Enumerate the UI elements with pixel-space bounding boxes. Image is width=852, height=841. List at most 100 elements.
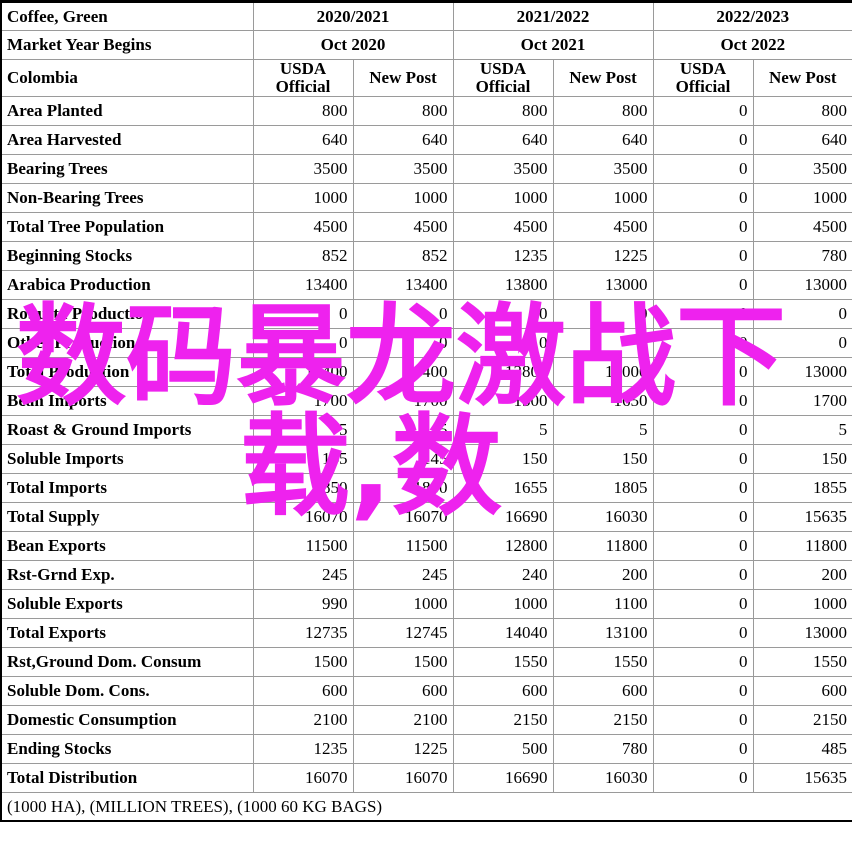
header-row-year: Coffee, Green 2020/2021 2021/2022 2022/2… [0,1,852,31]
data-cell: 1225 [552,240,654,271]
row-label: Bearing Trees [0,153,254,184]
data-cell: 600 [452,675,554,706]
data-cell: 0 [652,443,754,474]
data-cell: 0 [652,472,754,503]
data-cell: 1225 [352,733,454,764]
header-source-4: USDA Official [652,59,754,97]
table-title-commodity: Coffee, Green [0,1,254,31]
table-row: Total Imports 1850 1850 1655 1805 0 1855 [0,472,852,503]
data-cell: 1000 [752,182,852,213]
data-cell: 0 [652,385,754,416]
table-row: Robusta Production 0 0 0 0 0 0 [0,298,852,329]
data-cell: 1000 [452,182,554,213]
row-label: Area Harvested [0,124,254,155]
data-cell: 1000 [452,588,554,619]
data-cell: 2100 [252,704,354,735]
data-cell: 5 [552,414,654,445]
data-cell: 2150 [552,704,654,735]
data-cell: 800 [252,95,354,126]
data-cell: 5 [752,414,852,445]
data-cell: 13000 [752,356,852,387]
data-cell: 0 [652,530,754,561]
data-cell: 0 [652,182,754,213]
usda-official-line2: Official [675,76,731,96]
data-cell: 150 [752,443,852,474]
data-cell: 1235 [252,733,354,764]
data-cell: 0 [652,704,754,735]
data-cell: 0 [252,327,354,358]
table-row: Bean Exports 11500 11500 12800 11800 0 11800 [0,530,852,561]
row-label: Arabica Production [0,269,254,300]
data-cell: 15635 [752,501,852,532]
row-label: Non-Bearing Trees [0,182,254,213]
data-cell: 11800 [752,530,852,561]
data-cell: 145 [352,443,454,474]
data-cell: 15635 [752,762,852,793]
table-row: Total Exports 12735 12745 14040 13100 0 13000 [0,617,852,648]
data-cell: 1500 [452,385,554,416]
data-cell: 1100 [552,588,654,619]
table-row: Soluble Exports 990 1000 1000 1100 0 1000 [0,588,852,619]
table-row: Soluble Dom. Cons. 600 600 600 600 0 600 [0,675,852,706]
units-row: (1000 HA), (MILLION TREES), (1000 60 KG … [0,791,852,822]
data-cell: 245 [252,559,354,590]
data-cell: 0 [652,559,754,590]
data-cell: 4500 [352,211,454,242]
data-cell: 0 [652,646,754,677]
row-label: Area Planted [0,95,254,126]
row-label: Soluble Dom. Cons. [0,675,254,706]
data-cell: 0 [452,298,554,329]
data-cell: 4500 [252,211,354,242]
row-label: Total Supply [0,501,254,532]
data-cell: 12745 [352,617,454,648]
row-label: Soluble Imports [0,443,254,474]
row-label: Bean Exports [0,530,254,561]
data-cell: 13400 [252,356,354,387]
header-row-source: Colombia USDA Official New Post USDA Off… [0,59,852,97]
table-row: Other Production 0 0 0 0 0 0 [0,327,852,358]
data-cell: 0 [652,240,754,271]
header-month-1: Oct 2021 [452,30,654,60]
data-cell: 0 [652,356,754,387]
data-cell: 16690 [452,501,554,532]
data-cell: 0 [652,501,754,532]
data-cell: 13100 [552,617,654,648]
data-cell: 150 [452,443,554,474]
row-label: Total Exports [0,617,254,648]
data-cell: 1650 [552,385,654,416]
data-cell: 640 [752,124,852,155]
data-cell: 0 [752,327,852,358]
header-month-0: Oct 2020 [252,30,454,60]
data-cell: 16070 [252,762,354,793]
data-cell: 12800 [452,530,554,561]
table-title-country: Colombia [0,59,254,97]
usda-official-line1: USDA [679,59,727,78]
data-cell: 1850 [252,472,354,503]
data-cell: 4500 [552,211,654,242]
data-cell: 13800 [452,356,554,387]
data-cell: 0 [652,327,754,358]
header-year-1: 2021/2022 [452,1,654,31]
row-label: Ending Stocks [0,733,254,764]
data-cell: 16070 [352,501,454,532]
usda-official-line2: Official [275,76,331,96]
data-cell: 13400 [252,269,354,300]
data-cell: 1500 [352,646,454,677]
header-year-2: 2022/2023 [652,1,852,31]
data-cell: 16070 [352,762,454,793]
data-cell: 0 [652,414,754,445]
data-cell: 600 [252,675,354,706]
header-month-2: Oct 2022 [652,30,852,60]
data-cell: 800 [452,95,554,126]
data-cell: 500 [452,733,554,764]
table-header: Coffee, Green 2020/2021 2021/2022 2022/2… [0,1,852,97]
data-cell: 200 [752,559,852,590]
data-cell: 1000 [252,182,354,213]
data-cell: 12735 [252,617,354,648]
data-cell: 240 [452,559,554,590]
row-label: Rst,Ground Dom. Consum [0,646,254,677]
data-cell: 14040 [452,617,554,648]
table-row: Non-Bearing Trees 1000 1000 1000 1000 0 1000 [0,182,852,213]
data-cell: 16030 [552,501,654,532]
data-cell: 16690 [452,762,554,793]
